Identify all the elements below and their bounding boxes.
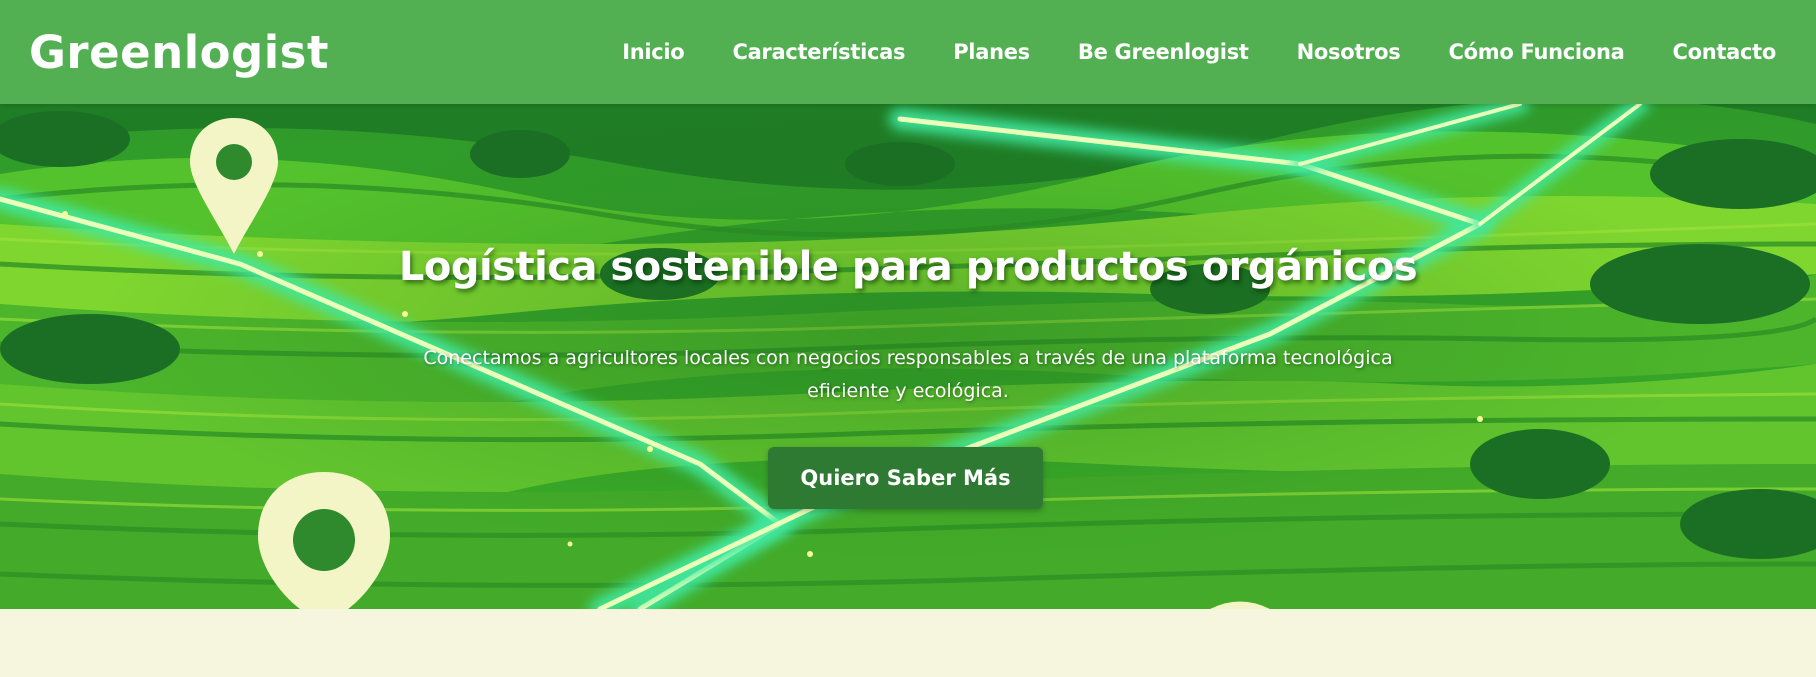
main-nav: Inicio Características Planes Be Greenlo…: [574, 40, 1776, 64]
hero-title: Logística sostenible para productos orgá…: [398, 244, 1418, 290]
cta-button[interactable]: Quiero Saber Más: [768, 447, 1043, 509]
nav-item-contacto[interactable]: Contacto: [1672, 40, 1776, 64]
nav-item-be-greenlogist[interactable]: Be Greenlogist: [1078, 40, 1249, 64]
nav-item-nosotros[interactable]: Nosotros: [1297, 40, 1401, 64]
nav-item-caracteristicas[interactable]: Características: [732, 40, 905, 64]
hero-subtitle: Conectamos a agricultores locales con ne…: [423, 347, 1393, 402]
nav-item-planes[interactable]: Planes: [953, 40, 1030, 64]
hero-section: Logística sostenible para productos orgá…: [0, 104, 1816, 609]
navbar: Greenlogist Inicio Características Plane…: [0, 0, 1816, 104]
logo[interactable]: Greenlogist: [29, 26, 329, 79]
next-section: [0, 609, 1816, 677]
nav-item-como-funciona[interactable]: Cómo Funciona: [1449, 40, 1625, 64]
nav-item-inicio[interactable]: Inicio: [622, 40, 685, 64]
hero-content: Logística sostenible para productos orgá…: [0, 104, 1816, 609]
